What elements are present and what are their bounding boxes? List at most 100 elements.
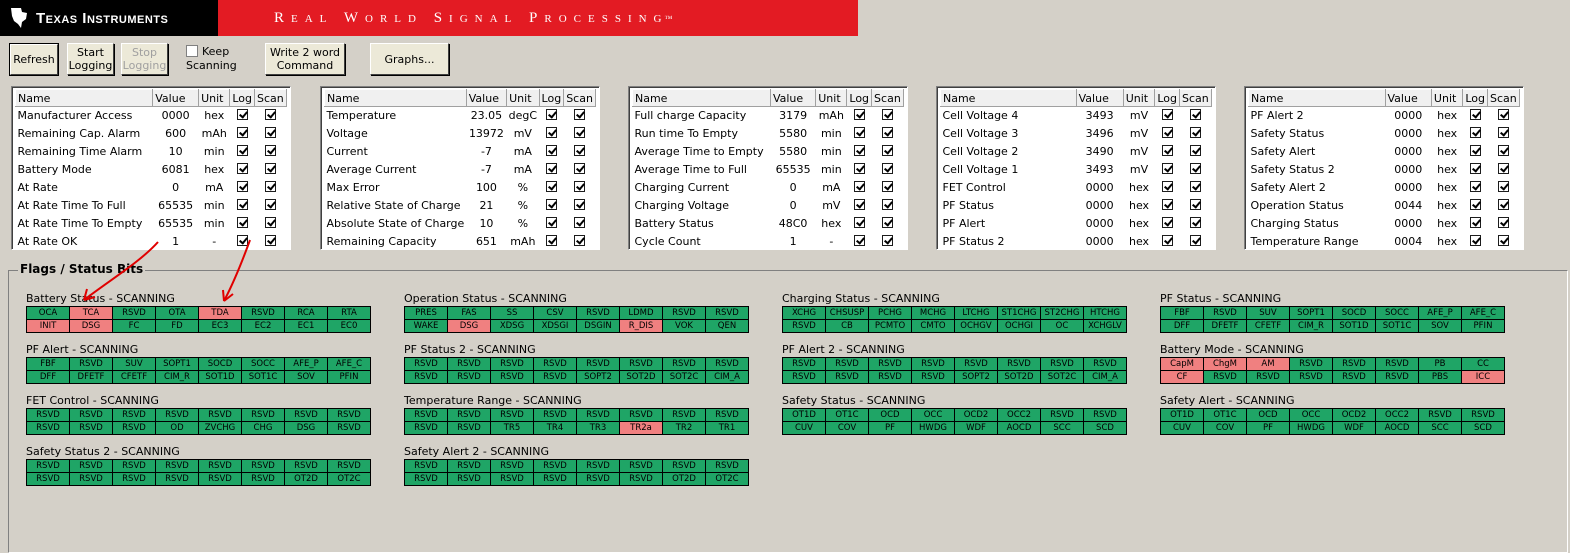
scan-checkbox[interactable] — [1190, 163, 1201, 174]
column-header[interactable]: Log — [1154, 89, 1180, 107]
column-header[interactable]: Scan — [563, 89, 596, 107]
log-checkbox[interactable] — [1161, 217, 1173, 228]
scan-checkbox[interactable] — [1498, 217, 1509, 228]
column-header[interactable]: Unit — [198, 89, 231, 107]
column-header[interactable]: Value — [1384, 89, 1432, 107]
scan-checkbox[interactable] — [882, 217, 894, 228]
column-header[interactable]: Value — [769, 89, 817, 107]
log-checkbox[interactable] — [853, 109, 865, 121]
graphs-button[interactable]: Graphs... — [370, 43, 449, 75]
column-header[interactable]: Unit — [506, 89, 540, 107]
column-header[interactable]: Log — [229, 89, 256, 107]
log-checkbox[interactable] — [545, 199, 557, 210]
scan-checkbox[interactable] — [882, 199, 894, 210]
log-checkbox[interactable] — [853, 181, 865, 192]
log-checkbox[interactable] — [1161, 109, 1173, 121]
scan-checkbox[interactable] — [1498, 235, 1509, 246]
column-header[interactable]: Unit — [815, 89, 848, 107]
scan-checkbox[interactable] — [882, 127, 894, 138]
log-checkbox[interactable] — [545, 109, 557, 121]
scan-checkbox[interactable] — [265, 127, 277, 138]
log-checkbox[interactable] — [853, 127, 865, 138]
scan-checkbox[interactable] — [574, 127, 586, 138]
scan-checkbox[interactable] — [265, 163, 277, 174]
log-checkbox[interactable] — [1469, 109, 1481, 121]
log-checkbox[interactable] — [1469, 163, 1481, 174]
log-checkbox[interactable] — [853, 235, 865, 246]
scan-checkbox[interactable] — [574, 217, 586, 228]
stop-logging-button[interactable]: Stop Logging — [121, 43, 168, 75]
log-checkbox[interactable] — [545, 127, 557, 138]
scan-checkbox[interactable] — [882, 145, 894, 156]
log-checkbox[interactable] — [236, 109, 248, 121]
column-header[interactable]: Name — [1248, 89, 1386, 107]
column-header[interactable]: Name — [632, 89, 771, 107]
log-checkbox[interactable] — [545, 163, 557, 174]
refresh-button[interactable]: Refresh — [9, 43, 59, 76]
log-checkbox[interactable] — [1469, 127, 1481, 138]
scan-checkbox[interactable] — [1190, 199, 1201, 210]
column-header[interactable]: Name — [940, 89, 1077, 107]
log-checkbox[interactable] — [1161, 199, 1173, 210]
column-header[interactable]: Scan — [254, 89, 287, 107]
log-checkbox[interactable] — [1161, 145, 1173, 156]
column-header[interactable]: Value — [152, 89, 200, 107]
scan-checkbox[interactable] — [1498, 145, 1509, 156]
log-checkbox[interactable] — [1469, 235, 1481, 246]
scan-checkbox[interactable] — [882, 163, 894, 174]
log-checkbox[interactable] — [853, 163, 865, 174]
column-header[interactable]: Unit — [1122, 89, 1156, 107]
log-checkbox[interactable] — [545, 235, 557, 246]
scan-checkbox[interactable] — [882, 109, 894, 121]
scan-checkbox[interactable] — [265, 145, 277, 156]
scan-checkbox[interactable] — [574, 163, 586, 174]
scan-checkbox[interactable] — [1190, 235, 1201, 246]
log-checkbox[interactable] — [853, 145, 865, 156]
column-header[interactable]: Unit — [1430, 89, 1464, 107]
scan-checkbox[interactable] — [574, 199, 586, 210]
start-logging-button[interactable]: Start Logging — [67, 43, 114, 75]
log-checkbox[interactable] — [545, 145, 557, 156]
scan-checkbox[interactable] — [882, 181, 894, 192]
scan-checkbox[interactable] — [1190, 109, 1201, 121]
column-header[interactable]: Scan — [1487, 89, 1520, 107]
log-checkbox[interactable] — [853, 199, 865, 210]
scan-checkbox[interactable] — [265, 235, 277, 246]
scan-checkbox[interactable] — [1190, 127, 1201, 138]
scan-checkbox[interactable] — [1498, 163, 1509, 174]
scan-checkbox[interactable] — [1498, 181, 1509, 192]
column-header[interactable]: Scan — [1179, 89, 1212, 107]
scan-checkbox[interactable] — [265, 199, 277, 210]
column-header[interactable]: Name — [14, 89, 154, 107]
scan-checkbox[interactable] — [574, 109, 586, 121]
scan-checkbox[interactable] — [1498, 199, 1509, 210]
scan-checkbox[interactable] — [1498, 109, 1509, 121]
scan-checkbox[interactable] — [265, 217, 277, 228]
log-checkbox[interactable] — [236, 199, 248, 210]
log-checkbox[interactable] — [236, 145, 248, 156]
scan-checkbox[interactable] — [1498, 127, 1509, 138]
column-header[interactable]: Log — [846, 89, 873, 107]
log-checkbox[interactable] — [236, 163, 248, 174]
column-header[interactable]: Log — [538, 89, 565, 107]
log-checkbox[interactable] — [545, 181, 557, 192]
log-checkbox[interactable] — [853, 217, 865, 228]
log-checkbox[interactable] — [236, 217, 248, 228]
scan-checkbox[interactable] — [882, 235, 894, 246]
column-header[interactable]: Log — [1462, 89, 1488, 107]
scan-checkbox[interactable] — [574, 181, 586, 192]
column-header[interactable]: Name — [324, 89, 467, 107]
scan-checkbox[interactable] — [574, 235, 586, 246]
column-header[interactable]: Value — [465, 89, 508, 107]
scan-checkbox[interactable] — [1190, 217, 1201, 228]
scan-checkbox[interactable] — [574, 145, 586, 156]
log-checkbox[interactable] — [1469, 199, 1481, 210]
log-checkbox[interactable] — [1161, 163, 1173, 174]
log-checkbox[interactable] — [1161, 181, 1173, 192]
log-checkbox[interactable] — [1469, 181, 1481, 192]
log-checkbox[interactable] — [236, 127, 248, 138]
keep-scanning-box[interactable] — [186, 45, 198, 57]
scan-checkbox[interactable] — [265, 109, 277, 121]
column-header[interactable]: Scan — [871, 89, 904, 107]
scan-checkbox[interactable] — [1190, 181, 1201, 192]
